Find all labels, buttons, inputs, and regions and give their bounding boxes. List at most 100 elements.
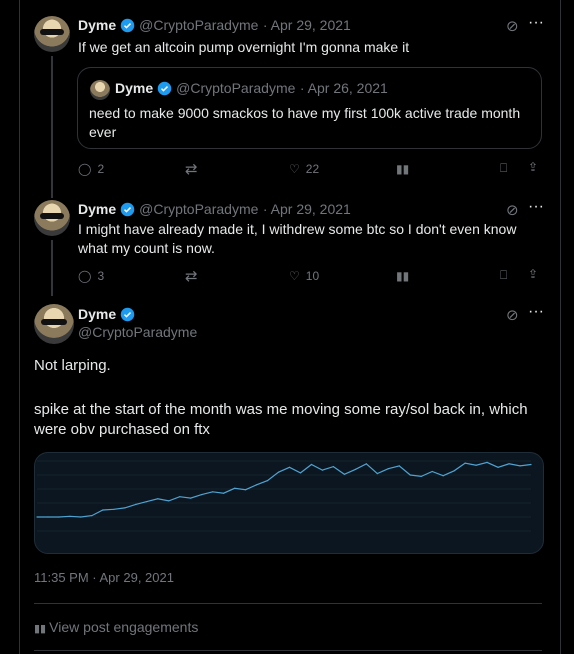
quote-text: need to make 9000 smackos to have my fir… xyxy=(89,105,521,140)
thread-line xyxy=(51,240,53,296)
share-button[interactable]: ⇪ xyxy=(528,267,538,281)
analytics-button[interactable]: ▮▮ xyxy=(396,162,409,176)
verified-badge-icon xyxy=(120,18,135,33)
data-point xyxy=(201,494,203,496)
reply-icon: ◯ xyxy=(78,269,92,283)
data-point xyxy=(310,463,313,466)
avatar[interactable] xyxy=(34,304,74,344)
data-point xyxy=(36,516,38,518)
data-point xyxy=(464,462,466,464)
data-point xyxy=(146,501,148,503)
bookmark-button[interactable]: ⎕ xyxy=(500,161,507,176)
chart-image[interactable] xyxy=(34,452,544,554)
series-line xyxy=(37,461,532,518)
tweet-header: Dyme @CryptoParadyme · Apr 29, 2021 xyxy=(78,17,351,35)
reply-count: 2 xyxy=(97,162,105,176)
data-point xyxy=(486,461,488,463)
avatar[interactable] xyxy=(34,200,70,236)
data-point xyxy=(190,497,192,499)
view-engagements-link[interactable]: ▮▮ View post engagements xyxy=(34,619,198,635)
data-point xyxy=(277,471,280,473)
line-chart xyxy=(36,460,532,532)
data-point xyxy=(354,468,356,470)
share-button[interactable]: ⇪ xyxy=(528,160,538,174)
bookmark-button[interactable]: ⎕ xyxy=(500,268,507,283)
share-icon: ⇪ xyxy=(528,267,539,281)
quote-author-name: Dyme xyxy=(115,80,154,96)
data-point xyxy=(266,480,269,482)
data-point xyxy=(113,508,115,510)
author-handle[interactable]: @CryptoParadyme xyxy=(139,17,258,33)
bookmark-icon: ⎕ xyxy=(500,268,508,282)
divider xyxy=(34,603,542,604)
main-text-line2: spike at the start of the month was me m… xyxy=(34,401,528,438)
data-point xyxy=(475,464,477,466)
retweet-icon: ⇄ xyxy=(185,161,198,178)
retweet-button[interactable]: ⇄ xyxy=(185,267,198,285)
data-point xyxy=(244,489,247,491)
data-point xyxy=(530,463,532,466)
sunglasses-graphic xyxy=(40,213,64,219)
data-point xyxy=(288,466,291,468)
data-point xyxy=(223,492,225,494)
author-handle[interactable]: @CryptoParadyme xyxy=(139,201,258,217)
grok-icon[interactable]: ⊘ xyxy=(506,17,519,35)
author-name[interactable]: Dyme xyxy=(78,306,116,322)
share-icon: ⇪ xyxy=(528,160,539,174)
data-point xyxy=(321,469,324,471)
data-point xyxy=(69,515,71,517)
data-point xyxy=(508,463,510,465)
data-point xyxy=(519,465,521,467)
like-button[interactable]: ♡ 22 xyxy=(289,162,319,176)
data-point xyxy=(453,470,455,472)
tweet-text: I might have already made it, I withdrew… xyxy=(78,221,517,256)
grok-icon[interactable]: ⊘ xyxy=(506,306,519,324)
like-button[interactable]: ♡ 10 xyxy=(289,269,319,283)
reply-icon: ◯ xyxy=(78,162,92,176)
tweet-header: Dyme @CryptoParadyme · Apr 29, 2021 xyxy=(78,201,351,219)
main-text-line1: Not larping. xyxy=(34,357,111,374)
grok-icon[interactable]: ⊘ xyxy=(506,201,519,219)
author-name[interactable]: Dyme xyxy=(78,17,116,33)
main-author: Dyme xyxy=(78,306,139,324)
reply-count: 3 xyxy=(97,269,105,283)
more-icon[interactable]: ··· xyxy=(528,198,544,216)
bookmark-icon: ⎕ xyxy=(500,161,508,175)
post-date[interactable]: · Apr 29, 2021 xyxy=(263,17,351,33)
verified-badge-icon xyxy=(157,81,172,96)
avatar[interactable] xyxy=(34,16,70,52)
analytics-button[interactable]: ▮▮ xyxy=(396,269,409,283)
author-handle[interactable]: @CryptoParadyme xyxy=(78,324,197,340)
more-icon[interactable]: ··· xyxy=(528,303,544,321)
data-point xyxy=(234,487,236,489)
retweet-icon: ⇄ xyxy=(185,268,198,285)
data-point xyxy=(343,473,345,475)
data-point xyxy=(398,465,400,467)
post-date[interactable]: · Apr 29, 2021 xyxy=(263,201,351,217)
heart-icon: ♡ xyxy=(289,269,300,283)
heart-icon: ♡ xyxy=(289,162,300,176)
data-point xyxy=(255,484,258,486)
data-point xyxy=(102,509,104,511)
data-point xyxy=(376,473,378,475)
post-timestamp[interactable]: 11:35 PM · Apr 29, 2021 xyxy=(34,570,174,585)
data-point xyxy=(365,463,367,465)
analytics-icon: ▮▮ xyxy=(34,623,50,635)
reply-button[interactable]: ◯ 2 xyxy=(78,162,104,176)
analytics-icon: ▮▮ xyxy=(396,162,410,176)
quote-date: · Apr 26, 2021 xyxy=(299,80,388,96)
thread-line xyxy=(51,56,53,198)
data-point xyxy=(179,496,181,498)
author-name[interactable]: Dyme xyxy=(78,201,116,217)
data-point xyxy=(497,466,499,468)
data-point xyxy=(135,503,137,505)
verified-badge-icon xyxy=(120,202,135,217)
reply-button[interactable]: ◯ 3 xyxy=(78,269,104,283)
more-icon[interactable]: ··· xyxy=(528,14,544,32)
data-point xyxy=(409,474,411,476)
tweet-text: If we get an altcoin pump overnight I'm … xyxy=(78,39,410,55)
retweet-button[interactable]: ⇄ xyxy=(185,160,198,178)
data-point xyxy=(58,516,60,518)
data-point xyxy=(442,475,444,477)
quoted-tweet[interactable]: Dyme @CryptoParadyme · Apr 26, 2021 need … xyxy=(77,67,542,149)
